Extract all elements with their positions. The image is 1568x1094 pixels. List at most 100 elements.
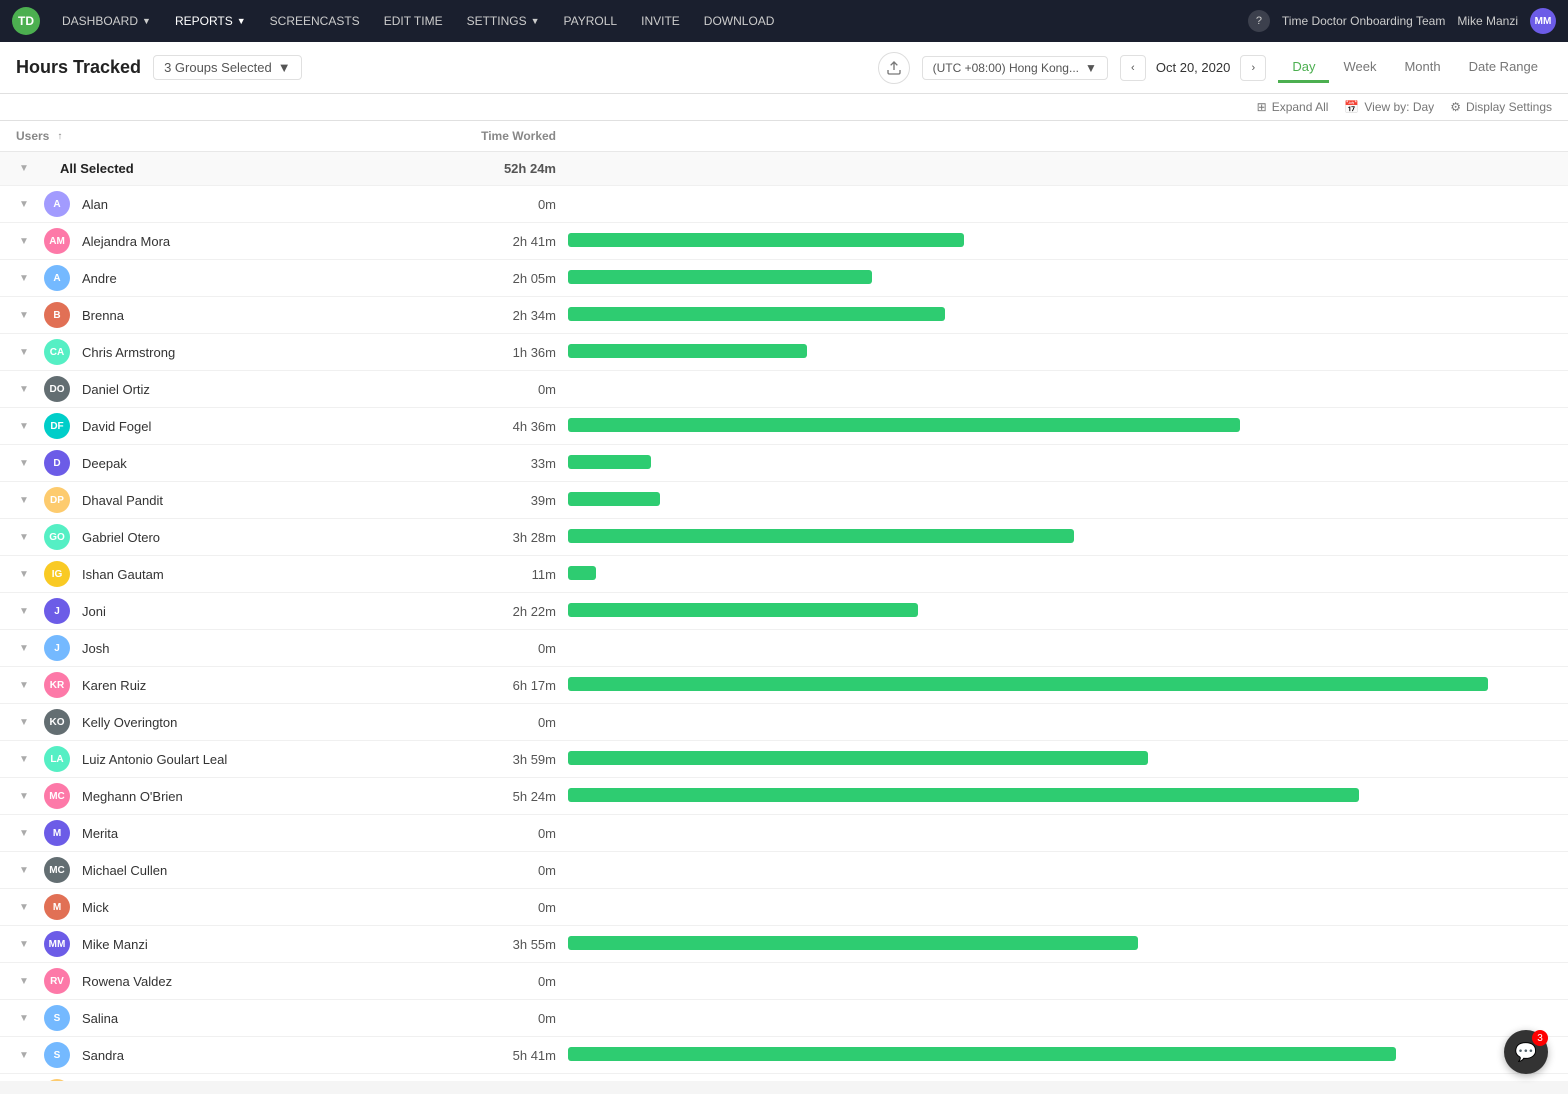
tab-week[interactable]: Week xyxy=(1329,53,1390,83)
nav-download[interactable]: DOWNLOAD xyxy=(694,10,785,32)
user-time-value: 0m xyxy=(476,826,556,841)
timezone-selector[interactable]: (UTC +08:00) Hong Kong... ▼ xyxy=(922,56,1108,80)
chevron-down-icon[interactable]: ▼ xyxy=(16,196,32,212)
chevron-down-icon[interactable]: ▼ xyxy=(16,566,32,582)
timezone-label: (UTC +08:00) Hong Kong... xyxy=(933,61,1079,75)
user-bar-container xyxy=(556,344,1552,361)
export-button[interactable] xyxy=(878,52,910,84)
chevron-down-icon[interactable]: ▼ xyxy=(16,788,32,804)
current-date: Oct 20, 2020 xyxy=(1150,60,1236,75)
user-time-value: 0m xyxy=(476,382,556,397)
chevron-down-icon[interactable]: ▼ xyxy=(16,825,32,841)
table-row: ▼ KO Kelly Overington 0m xyxy=(0,704,1568,741)
time-bar xyxy=(568,529,1074,543)
chevron-down-icon[interactable]: ▼ xyxy=(16,677,32,693)
user-cell-17: ▼ M Merita xyxy=(16,820,476,846)
user-bar-container xyxy=(556,492,1552,509)
chevron-down-icon[interactable]: ▼ xyxy=(16,307,32,323)
user-name-label: Dhaval Pandit xyxy=(82,493,163,508)
tab-month[interactable]: Month xyxy=(1390,53,1454,83)
table-row: ▼ LA Luiz Antonio Goulart Leal 3h 59m xyxy=(0,741,1568,778)
user-cell-23: ▼ S Sandra xyxy=(16,1042,476,1068)
avatar: M xyxy=(44,894,70,920)
view-by-button[interactable]: 📅 View by: Day xyxy=(1344,100,1434,114)
user-time-value: 5h 24m xyxy=(476,789,556,804)
chevron-down-icon[interactable]: ▼ xyxy=(16,233,32,249)
display-settings-button[interactable]: ⚙ Display Settings xyxy=(1450,100,1552,114)
time-bar xyxy=(568,677,1488,691)
nav-invite[interactable]: INVITE xyxy=(631,10,690,32)
chevron-down-icon[interactable]: ▼ xyxy=(16,973,32,989)
help-icon[interactable]: ? xyxy=(1248,10,1270,32)
time-bar xyxy=(568,566,596,580)
user-cell-0: ▼ A Alan xyxy=(16,191,476,217)
chevron-down-icon[interactable]: ▼ xyxy=(16,899,32,915)
avatar: MM xyxy=(44,931,70,957)
chevron-down-icon[interactable]: ▼ xyxy=(16,418,32,434)
collapse-group-button[interactable]: ▼ xyxy=(16,161,32,177)
user-time-value: 1h 36m xyxy=(476,345,556,360)
nav-screencasts[interactable]: SCREENCASTS xyxy=(260,10,370,32)
expand-all-button[interactable]: ⊞ Expand All xyxy=(1257,100,1329,114)
chevron-down-icon[interactable]: ▼ xyxy=(16,381,32,397)
user-time-value: 2h 22m xyxy=(476,604,556,619)
user-time-value: 2h 41m xyxy=(476,234,556,249)
user-cell-13: ▼ KR Karen Ruiz xyxy=(16,672,476,698)
chevron-down-icon[interactable]: ▼ xyxy=(16,936,32,952)
avatar: AM xyxy=(44,228,70,254)
user-cell-16: ▼ MC Meghann O'Brien xyxy=(16,783,476,809)
user-name-label: Karen Ruiz xyxy=(82,678,146,693)
chevron-down-icon[interactable]: ▼ xyxy=(16,603,32,619)
avatar: D xyxy=(44,450,70,476)
table-row: ▼ S Sandra 5h 41m xyxy=(0,1037,1568,1074)
chevron-down-icon[interactable]: ▼ xyxy=(16,640,32,656)
next-date-button[interactable]: › xyxy=(1240,55,1266,81)
user-time-value: 33m xyxy=(476,456,556,471)
time-bar xyxy=(568,603,918,617)
time-bar xyxy=(568,936,1138,950)
chevron-down-icon[interactable]: ▼ xyxy=(16,455,32,471)
chevron-down-icon[interactable]: ▼ xyxy=(16,1047,32,1063)
avatar: KO xyxy=(44,709,70,735)
chevron-down-icon[interactable]: ▼ xyxy=(16,751,32,767)
user-time-value: 3h 55m xyxy=(476,937,556,952)
user-time-value: 3h 28m xyxy=(476,530,556,545)
nav-reports[interactable]: REPORTS ▼ xyxy=(165,10,256,32)
users-column-header[interactable]: Users ↑ xyxy=(16,129,476,143)
nav-settings[interactable]: SETTINGS ▼ xyxy=(457,10,550,32)
table-row: ▼ GO Gabriel Otero 3h 28m xyxy=(0,519,1568,556)
groups-selector[interactable]: 3 Groups Selected ▼ xyxy=(153,55,302,80)
user-cell-1: ▼ AM Alejandra Mora xyxy=(16,228,476,254)
time-bar xyxy=(568,788,1359,802)
user-name-label: Ishan Gautam xyxy=(82,567,164,582)
user-cell-22: ▼ S Salina xyxy=(16,1005,476,1031)
nav-payroll[interactable]: PAYROLL xyxy=(554,10,628,32)
chevron-down-icon[interactable]: ▼ xyxy=(16,270,32,286)
user-name-label: Rowena Valdez xyxy=(82,974,172,989)
nav-edit-time[interactable]: EDIT TIME xyxy=(374,10,453,32)
user-time-value: 0m xyxy=(476,715,556,730)
user-name-label: Michael Cullen xyxy=(82,863,167,878)
tab-day[interactable]: Day xyxy=(1278,53,1329,83)
chat-widget[interactable]: 💬 3 xyxy=(1504,1030,1548,1074)
user-avatar[interactable]: MM xyxy=(1530,8,1556,34)
user-time-value: 11m xyxy=(476,567,556,582)
chevron-down-icon[interactable]: ▼ xyxy=(16,862,32,878)
tab-date-range[interactable]: Date Range xyxy=(1455,53,1552,83)
user-name-label: Luiz Antonio Goulart Leal xyxy=(82,752,227,767)
table-row: ▼ DF David Fogel 4h 36m xyxy=(0,408,1568,445)
avatar: B xyxy=(44,302,70,328)
subheader: Hours Tracked 3 Groups Selected ▼ (UTC +… xyxy=(0,42,1568,94)
avatar: RV xyxy=(44,968,70,994)
chevron-down-icon[interactable]: ▼ xyxy=(16,714,32,730)
time-bar xyxy=(568,492,660,506)
chevron-down-icon[interactable]: ▼ xyxy=(16,492,32,508)
groups-label: 3 Groups Selected xyxy=(164,60,272,75)
nav-dashboard[interactable]: DASHBOARD ▼ xyxy=(52,10,161,32)
chevron-down-icon[interactable]: ▼ xyxy=(16,529,32,545)
chevron-down-icon[interactable]: ▼ xyxy=(16,344,32,360)
chevron-down-icon[interactable]: ▼ xyxy=(16,1010,32,1026)
date-navigation: ‹ Oct 20, 2020 › xyxy=(1120,55,1266,81)
prev-date-button[interactable]: ‹ xyxy=(1120,55,1146,81)
user-time-value: 0m xyxy=(476,197,556,212)
